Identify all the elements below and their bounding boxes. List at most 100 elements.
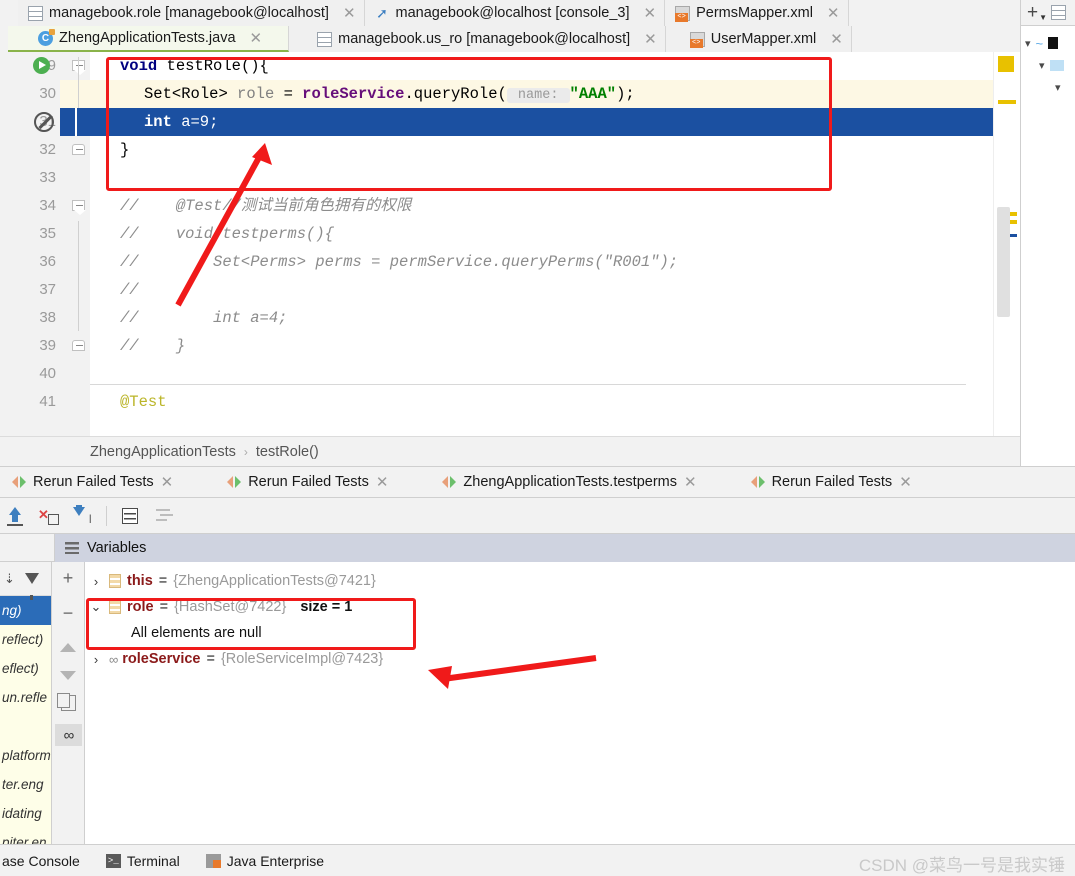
code-line[interactable]: // Set<Perms> perms = permService.queryP… [90,248,993,276]
fold-collapse-box-icon[interactable] [72,340,88,356]
close-icon[interactable]: ✕ [644,4,657,22]
close-icon[interactable]: ✕ [161,473,174,491]
close-icon[interactable]: ✕ [343,4,356,22]
code-line[interactable]: @Test [90,388,993,416]
code-line[interactable]: int a=9; [90,108,993,136]
frame-item[interactable]: idating [0,799,51,828]
frame-item[interactable]: eflect) [0,654,51,683]
close-icon[interactable]: ✕ [376,473,389,491]
code-line[interactable]: // int a=4; [90,304,993,332]
status-item-database-console[interactable]: ase Console [2,853,80,869]
force-step-into-icon[interactable]: ✕ [38,505,60,527]
code-line-text: // int a=4; [120,304,287,332]
run-test-icon[interactable] [33,57,53,77]
breakpoint-muted-icon[interactable] [34,112,54,132]
code-token: @Test//测试当前角色拥有的权限 [175,197,412,215]
run-tab-rerun-failed-3[interactable]: Rerun Failed Tests ✕ [711,473,926,491]
run-tab-testperms[interactable]: ZhengApplicationTests.testperms ✕ [402,473,710,491]
variable-row-roleservice[interactable]: › ∞ roleService = {RoleServiceImpl@7423} [85,646,1075,672]
code-line[interactable]: // @Test//测试当前角色拥有的权限 [90,192,993,220]
database-tree-row[interactable]: ▾ ~ [1021,32,1075,54]
variables-tree[interactable]: › this = {ZhengApplicationTests@7421} ⌄ … [85,562,1075,844]
sort-values-icon[interactable] [153,505,175,527]
editor-tab-console[interactable]: ➚ managebook@localhost [console_3] ✕ [364,0,666,26]
code-token: Set [144,85,172,103]
frame-item[interactable]: piter.en [0,828,51,844]
copy-icon[interactable] [56,693,76,711]
editor-tab-managebook-role[interactable]: managebook.role [managebook@localhost] ✕ [18,0,365,26]
evaluate-expression-icon[interactable] [119,505,141,527]
variable-row-role[interactable]: ⌄ role = {HashSet@7422} size = 1 [85,594,1075,620]
close-icon[interactable]: ✕ [899,473,912,491]
close-icon[interactable]: ✕ [684,473,697,491]
fold-collapse-box-icon[interactable] [72,144,88,160]
close-icon[interactable]: ✕ [644,30,657,48]
database-tree-row[interactable]: ▾ [1021,54,1075,76]
code-line[interactable] [90,164,993,192]
filter-icon[interactable] [24,573,39,600]
thread-dump-icon[interactable]: ⇣ [4,571,15,587]
watches-icon[interactable]: ∞ [54,724,82,746]
fold-collapse-triangle-icon[interactable] [72,60,88,76]
code-token: "AAA" [569,85,617,103]
close-icon[interactable]: ✕ [830,30,843,48]
chevron-down-icon[interactable]: ▾ [1025,37,1031,50]
breadcrumb-class[interactable]: ZhengApplicationTests [90,444,236,460]
chevron-down-icon[interactable]: ⌄ [89,599,103,615]
run-tab-rerun-failed-2[interactable]: Rerun Failed Tests ✕ [187,473,402,491]
editor-marker-strip[interactable] [993,52,1020,436]
code-line[interactable]: // void testperms(){ [90,220,993,248]
variable-row-this[interactable]: › this = {ZhengApplicationTests@7421} [85,568,1075,594]
breadcrumb-method[interactable]: testRole() [256,444,319,460]
editor-tab-managebook-us-ro[interactable]: managebook.us_ro [managebook@localhost] … [289,26,666,52]
variables-header[interactable]: Variables [55,534,1075,562]
add-datasource-icon[interactable]: + [1027,3,1038,22]
editor-tab-permsmapper[interactable]: PermsMapper.xml ✕ [665,0,849,26]
fold-collapse-triangle-icon[interactable] [72,200,88,216]
code-line[interactable]: void testRole(){ [90,52,993,80]
status-item-terminal[interactable]: >_ Terminal [105,853,180,869]
move-up-icon[interactable] [60,643,76,652]
move-down-icon[interactable] [60,671,76,680]
code-line[interactable]: // } [90,332,993,360]
variables-menu-icon[interactable] [65,542,79,554]
editor-scrollbar-thumb[interactable] [997,207,1010,317]
chevron-down-icon[interactable]: ▾ [1039,59,1045,72]
line-number: 39 [39,337,56,354]
run-tab-rerun-failed-1[interactable]: Rerun Failed Tests ✕ [0,473,187,491]
code-line-text: // [120,276,139,304]
code-line[interactable]: // [90,276,993,304]
chevron-right-icon[interactable]: › [89,652,103,667]
frame-item[interactable]: reflect) [0,625,51,654]
remove-watch-icon[interactable]: − [56,603,80,625]
run-tab-label: Rerun Failed Tests [33,474,154,490]
chevron-down-icon[interactable]: ▼ [1039,13,1047,22]
editor-gutter[interactable]: 29303132333435363738394041 [0,52,90,436]
database-tree-row[interactable]: ▾ [1021,76,1075,98]
code-area[interactable]: void testRole(){Set<Role> role = roleSer… [90,52,993,436]
editor-tab-zhengapplicationtests[interactable]: C ZhengApplicationTests.java ✕ [8,26,290,52]
add-watch-icon[interactable]: + [56,568,80,590]
code-line[interactable]: } [90,136,993,164]
chevron-down-icon[interactable]: ▾ [1055,81,1061,94]
status-item-java-enterprise[interactable]: Java Enterprise [205,853,324,869]
code-editor[interactable]: 29303132333435363738394041 void testRole… [0,52,1020,436]
code-line[interactable]: Set<Role> role = roleService.queryRole( … [90,80,993,108]
frame-item[interactable]: ng) [0,596,51,625]
frame-item[interactable]: ter.eng [0,770,51,799]
frame-item[interactable]: platform [0,741,51,770]
close-icon[interactable]: ✕ [827,4,840,22]
chevron-right-icon[interactable]: › [89,574,103,589]
frame-item[interactable]: un.refle [0,683,51,712]
close-icon[interactable]: ✕ [250,29,263,47]
breadcrumb[interactable]: ZhengApplicationTests › testRole() [0,436,1020,466]
frames-panel[interactable]: ⇣ ng) reflect) eflect) un.refle platform… [0,562,52,844]
code-token: testRole [166,57,241,75]
frame-item[interactable] [0,712,51,741]
step-out-icon[interactable] [4,505,26,527]
editor-tab-usermapper[interactable]: UserMapper.xml ✕ [665,26,852,52]
java-enterprise-icon [205,853,221,868]
step-into-icon[interactable]: I [72,504,94,527]
variable-name: role [127,599,154,615]
chevron-right-icon: › [243,444,248,459]
